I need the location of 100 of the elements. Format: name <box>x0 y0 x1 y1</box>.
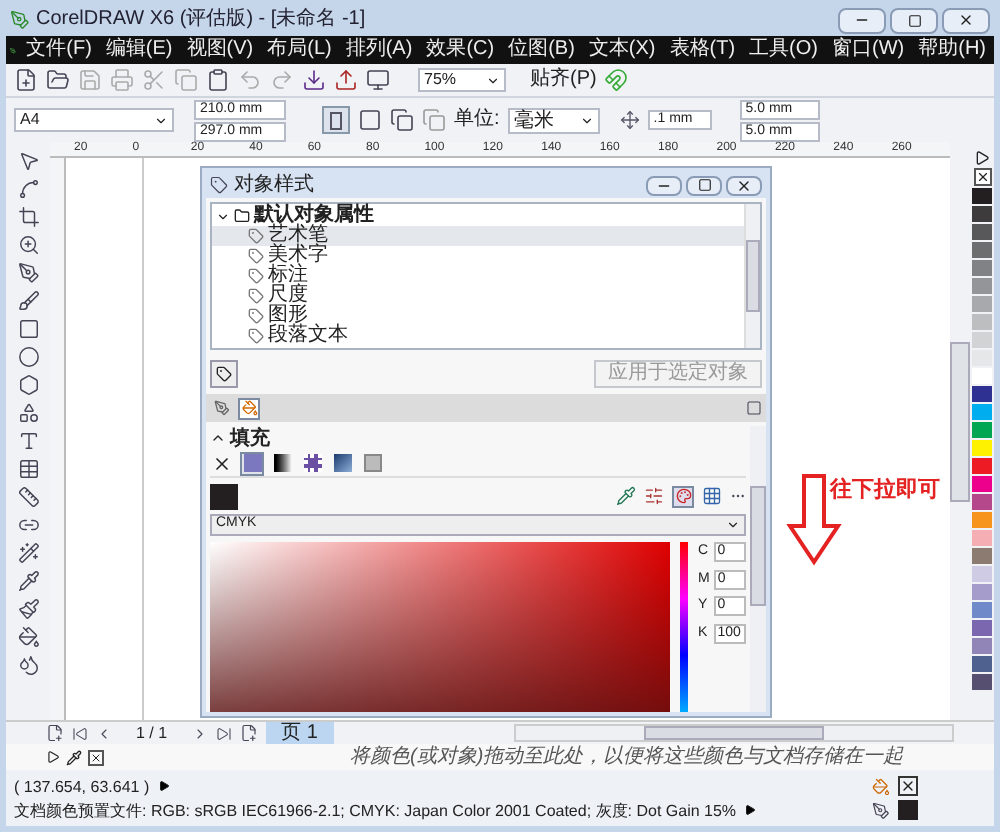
tree-scrollbar[interactable] <box>744 204 760 348</box>
fill-bucket-icon[interactable] <box>17 626 39 648</box>
hue-strip[interactable] <box>680 542 688 712</box>
expand-icon[interactable] <box>157 780 170 792</box>
ellipse-icon[interactable] <box>17 346 39 368</box>
palette-swatch[interactable] <box>972 404 992 420</box>
connector-icon[interactable] <box>17 514 39 536</box>
palette-swatch[interactable] <box>972 350 992 366</box>
zoom-field[interactable]: 75% <box>418 68 506 92</box>
new-icon[interactable] <box>14 68 38 92</box>
landscape-icon[interactable] <box>358 108 382 132</box>
last-page-icon[interactable] <box>215 725 232 741</box>
menu-item[interactable]: 窗口(W) <box>828 38 909 62</box>
maximize-icon[interactable] <box>697 178 711 192</box>
palette-swatch[interactable] <box>972 566 992 582</box>
export-icon[interactable] <box>334 68 358 92</box>
dropdown-caret-icon[interactable] <box>154 113 168 127</box>
palette-swatch[interactable] <box>972 296 992 312</box>
tree-item[interactable]: 图形 <box>212 306 744 326</box>
menu-item[interactable]: 效果(C) <box>422 38 499 62</box>
tree-item[interactable]: 艺术笔 <box>212 226 744 246</box>
first-page-icon[interactable] <box>72 725 88 741</box>
pattern-fill-button[interactable] <box>300 451 324 475</box>
dropdown-caret-icon[interactable] <box>579 113 594 127</box>
zoom-icon[interactable] <box>17 234 39 256</box>
menu-item[interactable]: 文本(X) <box>584 38 660 62</box>
units-dropdown[interactable]: 毫米 <box>507 107 600 133</box>
maximize-icon[interactable] <box>907 13 921 27</box>
ruler-icon[interactable] <box>17 486 39 508</box>
palette-swatch[interactable] <box>972 278 992 294</box>
magnet-icon[interactable] <box>604 68 629 92</box>
pointer-icon[interactable] <box>17 150 39 172</box>
page-tab[interactable]: 页 1 <box>265 722 334 744</box>
palette-swatch[interactable] <box>972 548 992 564</box>
sliders-icon[interactable] <box>644 486 664 506</box>
texture-fill-button[interactable] <box>330 451 354 475</box>
open-icon[interactable] <box>46 68 70 92</box>
fountain-fill-button[interactable] <box>270 451 294 475</box>
tree-item[interactable]: 段落文本 <box>212 326 744 346</box>
palette-swatch[interactable] <box>972 620 992 636</box>
portrait-button[interactable] <box>322 106 350 134</box>
menu-item[interactable]: 帮助(H) <box>914 38 990 62</box>
palette-swatch[interactable] <box>972 584 992 600</box>
close-icon[interactable] <box>736 177 752 193</box>
new-style-button[interactable] <box>210 360 238 388</box>
menu-item[interactable]: 位图(B) <box>504 38 579 62</box>
palette-swatch[interactable] <box>972 494 992 510</box>
maximize-button[interactable] <box>686 175 722 195</box>
tree-item[interactable]: 标注 <box>212 266 744 286</box>
previous-page-icon[interactable] <box>96 725 112 741</box>
effects-icon[interactable] <box>17 542 39 564</box>
palette-swatch[interactable] <box>972 656 992 672</box>
palette-swatch[interactable] <box>972 602 992 618</box>
menu-item[interactable]: 表格(T) <box>665 38 740 62</box>
brush-icon[interactable] <box>17 290 39 312</box>
palette-swatch[interactable] <box>972 224 992 240</box>
palette-swatch[interactable] <box>972 512 992 528</box>
palette-swatch[interactable] <box>972 368 992 384</box>
tag-icon[interactable] <box>216 366 232 382</box>
minimize-button[interactable] <box>646 175 682 195</box>
paste-icon[interactable] <box>206 68 230 92</box>
palette-swatch[interactable] <box>972 422 992 438</box>
palette-swatch[interactable] <box>972 476 992 492</box>
snap-menu[interactable]: 贴齐(P) <box>530 68 597 92</box>
horizontal-scrollbar[interactable] <box>514 724 954 742</box>
palette-swatch[interactable] <box>972 674 992 690</box>
tree-item[interactable]: 美术字 <box>212 246 744 266</box>
collapse-icon[interactable] <box>210 430 226 446</box>
palette-menu-icon[interactable] <box>974 150 990 166</box>
screen-icon[interactable] <box>366 68 390 92</box>
palette-swatch[interactable] <box>972 332 992 348</box>
import-icon[interactable] <box>302 68 326 92</box>
palette-swatch[interactable] <box>972 314 992 330</box>
no-color-icon[interactable] <box>88 749 104 765</box>
polygon-icon[interactable] <box>17 374 39 396</box>
shapes-icon[interactable] <box>17 402 39 424</box>
dropdown-caret-icon[interactable] <box>726 518 740 532</box>
palette-swatch[interactable] <box>972 530 992 546</box>
palette-swatch[interactable] <box>972 206 992 222</box>
palette-swatch[interactable] <box>972 458 992 474</box>
close-icon[interactable] <box>958 12 974 28</box>
close-button[interactable] <box>726 175 762 195</box>
eyedropper-icon[interactable] <box>17 570 39 592</box>
color-swatch[interactable] <box>210 483 238 509</box>
palette-swatch[interactable] <box>972 440 992 456</box>
palette-swatch[interactable] <box>972 638 992 654</box>
add-page-icon[interactable] <box>239 724 258 742</box>
tree-item[interactable]: 尺度 <box>212 286 744 306</box>
menu-item[interactable]: 编辑(E) <box>101 38 177 62</box>
docker-scrollbar[interactable] <box>750 426 766 712</box>
menu-item[interactable]: 文件(F) <box>22 38 96 62</box>
add-page-icon[interactable] <box>46 724 64 742</box>
uniform-fill-button[interactable] <box>240 451 264 475</box>
maximize-button[interactable] <box>890 7 938 33</box>
page-size-dropdown[interactable]: A4 <box>14 108 174 132</box>
color-profile-text[interactable]: 文档颜色预置文件: RGB: sRGB IEC61966-2.1; CMYK: Japan Color 2001 Coated; 灰度: Dot Gain 15% <box>14 799 737 821</box>
dropdown-caret-icon[interactable] <box>486 73 500 87</box>
vertical-scrollbar[interactable] <box>950 142 970 720</box>
rectangle-icon[interactable] <box>17 318 39 340</box>
palette-swatch[interactable] <box>972 260 992 276</box>
